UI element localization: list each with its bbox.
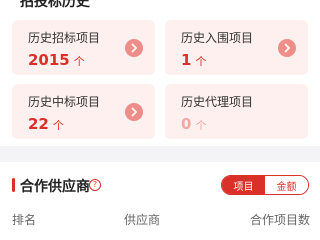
stat-card-agency: 历史代理项目 0个 xyxy=(165,84,308,139)
help-icon[interactable]: ? xyxy=(89,179,101,191)
stat-label: 历史中标项目 xyxy=(28,95,101,109)
chevron-right-icon[interactable] xyxy=(125,103,143,121)
toggle-amount[interactable]: 金额 xyxy=(265,176,308,194)
column-header-count: 合作项目数 xyxy=(250,213,311,227)
stat-label: 历史代理项目 xyxy=(181,95,254,109)
stat-value: 22 个 xyxy=(28,115,64,133)
history-title: 招投标历史 xyxy=(20,0,90,10)
toggle-project[interactable]: 项目 xyxy=(222,176,265,194)
chevron-right-icon[interactable] xyxy=(125,39,143,57)
stat-card-bidding[interactable]: 历史招标项目 2015 个 xyxy=(12,20,155,75)
column-header-supplier: 供应商 xyxy=(124,213,161,227)
history-panel: 招投标历史 历史招标项目 2015 个 历史入围项目 1个 历史中标项目 22 个 … xyxy=(0,0,320,146)
stat-label: 历史入围项目 xyxy=(181,31,254,45)
stat-value: 2015 个 xyxy=(28,51,85,69)
stat-card-shortlisted[interactable]: 历史入围项目 1个 xyxy=(165,20,308,75)
suppliers-title: 合作供应商 xyxy=(20,179,90,195)
column-header-rank: 排名 xyxy=(12,213,37,227)
stat-value: 1个 xyxy=(181,51,207,69)
stat-card-won[interactable]: 历史中标项目 22 个 xyxy=(12,84,155,139)
sort-toggle[interactable]: 项目 金额 xyxy=(221,175,309,195)
stat-value: 0个 xyxy=(181,115,207,133)
chevron-right-icon[interactable] xyxy=(278,39,296,57)
section-accent-bar xyxy=(12,178,15,192)
stat-label: 历史招标项目 xyxy=(28,31,101,45)
suppliers-panel: 合作供应商 ? 项目 金额 排名 供应商 合作项目数 xyxy=(0,162,320,240)
